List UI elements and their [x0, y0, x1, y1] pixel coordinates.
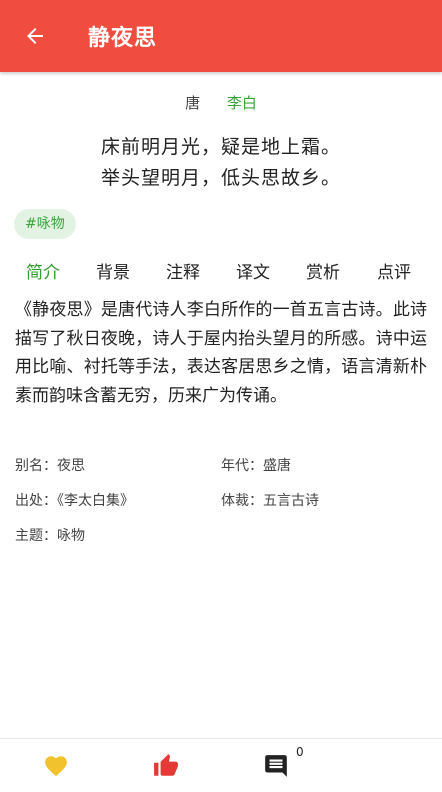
theme-field: 主题：咏物 — [15, 528, 85, 544]
era-field: 年代：盛唐 — [221, 458, 291, 474]
tab-background[interactable]: 背景 — [96, 258, 130, 283]
arrow-left-icon — [27, 28, 43, 44]
poem-line: 举头望明月，低头思故乡。 — [100, 167, 341, 189]
poem-line: 床前明月光，疑是地上霜。 — [100, 136, 341, 158]
thumbs-up-icon — [154, 754, 178, 776]
page-title: 静夜思 — [88, 26, 158, 51]
tab-bar: 简介 背景 注释 译文 赏析 点评 — [0, 258, 442, 288]
heart-icon — [45, 756, 67, 777]
comment-button[interactable] — [261, 751, 291, 781]
tab-intro[interactable]: 简介 — [26, 258, 60, 283]
favorite-button[interactable] — [41, 751, 71, 781]
tag-chip[interactable]: #咏物 — [14, 209, 76, 239]
tab-comments[interactable]: 点评 — [377, 258, 411, 283]
bottom-action-bar: 0 — [0, 738, 442, 792]
comment-count-badge: 0 — [296, 745, 304, 759]
app-bar: 静夜思 — [0, 0, 442, 72]
tab-translation[interactable]: 译文 — [236, 258, 270, 283]
like-button[interactable] — [151, 751, 181, 781]
source-field: 出处：《李太白集》 — [15, 493, 134, 509]
tab-notes[interactable]: 注释 — [166, 258, 200, 283]
poem-text: 床前明月光，疑是地上霜。 举头望明月，低头思故乡。 — [0, 132, 442, 194]
tab-appreciation[interactable]: 赏析 — [306, 258, 340, 283]
intro-text: 《静夜思》是唐代诗人李白所作的一首五言古诗。此诗描写了秋日夜晚，诗人于屋内抬头望… — [15, 300, 427, 406]
genre-field: 体裁：五言古诗 — [221, 493, 319, 509]
alias-field: 别名：夜思 — [15, 458, 85, 474]
back-button[interactable] — [15, 16, 55, 56]
poem-meta: 唐 李白 — [0, 92, 442, 113]
dynasty-label: 唐 — [185, 94, 201, 112]
comment-icon — [265, 755, 287, 777]
author-link[interactable]: 李白 — [227, 94, 257, 112]
